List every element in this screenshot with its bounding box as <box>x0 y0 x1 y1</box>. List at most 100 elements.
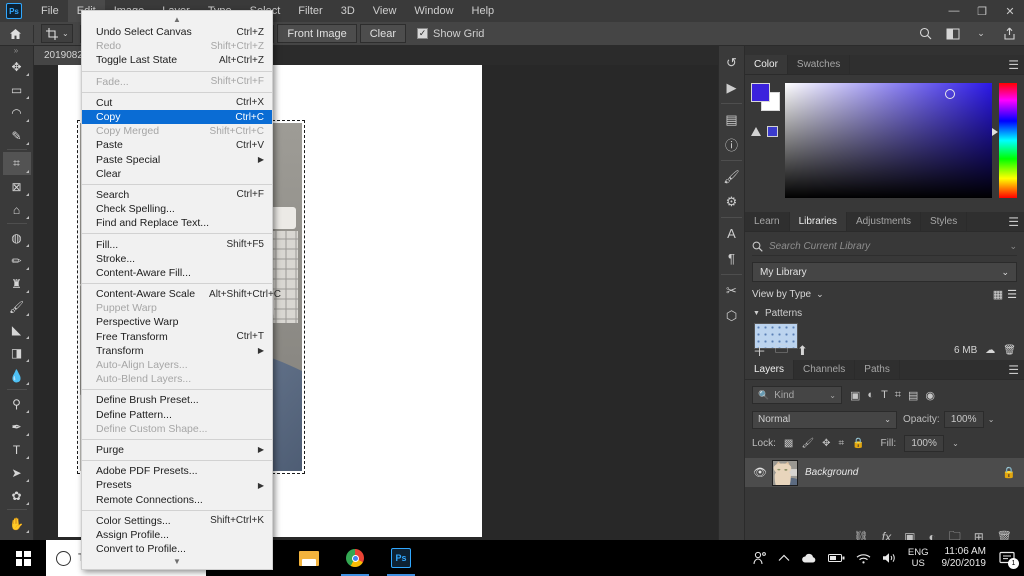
add-icon[interactable]: ＋ <box>753 341 766 360</box>
fill-value[interactable]: 100% <box>904 434 945 452</box>
active-tool-picker[interactable]: ⌄ <box>41 24 73 43</box>
lock-position-icon[interactable]: ✥ <box>822 438 830 449</box>
toolbar-collapse-handle[interactable]: » <box>0 46 33 55</box>
horizontal-type-tool[interactable]: T <box>3 438 31 461</box>
frame-tool[interactable]: ⊠ <box>3 175 31 198</box>
adjustments-icon[interactable]: ⚙ <box>719 189 744 214</box>
chevron-up-icon[interactable]: ▲ <box>82 14 272 25</box>
panel-menu-icon[interactable]: ☰ <box>1008 360 1019 380</box>
show-hidden-icons-icon[interactable] <box>778 554 790 563</box>
tab-swatches[interactable]: Swatches <box>788 55 851 74</box>
view-by-type-dropdown[interactable]: View by Type ⌄ <box>752 289 824 300</box>
tool-presets-icon[interactable]: ✂ <box>719 278 744 303</box>
action-center-icon[interactable]: 1 <box>999 551 1019 569</box>
3d-panel-icon[interactable]: ⬡ <box>719 303 744 328</box>
pixel-filter-icon[interactable]: ▣ <box>850 389 860 402</box>
library-selector[interactable]: My Library ⌄ <box>752 262 1017 282</box>
cloud-icon[interactable]: ☁ <box>985 345 995 356</box>
layer-visibility-icon[interactable]: 👁 <box>753 466 767 479</box>
properties-panel-icon[interactable]: ▤ <box>719 107 744 132</box>
photoshop-taskbar-icon[interactable]: Ps <box>378 540 424 576</box>
library-section-header[interactable]: ▼ Patterns <box>753 308 1024 319</box>
custom-shape-tool[interactable]: ✿ <box>3 484 31 507</box>
close-button[interactable]: ✕ <box>996 0 1024 22</box>
upload-icon[interactable]: ⬆ <box>797 343 808 359</box>
lock-image-icon[interactable]: 🖌 <box>801 438 814 449</box>
history-brush-tool[interactable]: 🖌 <box>3 295 31 318</box>
grid-view-icon[interactable]: ▦ <box>993 288 1003 301</box>
search-icon[interactable] <box>914 24 936 44</box>
home-icon[interactable] <box>4 24 26 44</box>
edit-menu-item-check-spelling[interactable]: Check Spelling... <box>82 202 272 216</box>
new-folder-icon[interactable]: 🗀 <box>775 340 788 362</box>
edit-menu-item-search[interactable]: Search Ctrl+F <box>82 188 272 202</box>
spot-healing-brush-tool[interactable]: ◍ <box>3 226 31 249</box>
shape-filter-icon[interactable]: ⌗ <box>895 389 901 402</box>
show-grid-checkbox[interactable]: ✓ <box>417 28 429 39</box>
edit-menu-item-toggle-last-state[interactable]: Toggle Last State Alt+Ctrl+Z <box>82 53 272 67</box>
delete-icon[interactable]: 🗑 <box>1003 345 1016 356</box>
edit-menu-item-assign-profile[interactable]: Assign Profile... <box>82 528 272 542</box>
move-tool[interactable]: ✥ <box>3 55 31 78</box>
blur-tool[interactable]: 💧 <box>3 364 31 387</box>
edit-menu-item-remote-connections[interactable]: Remote Connections... <box>82 492 272 506</box>
tab-adjustments[interactable]: Adjustments <box>847 212 921 231</box>
paragraph-panel-icon[interactable]: ¶ <box>719 246 744 271</box>
color-field[interactable] <box>785 83 992 198</box>
tab-learn[interactable]: Learn <box>745 212 790 231</box>
gradient-tool[interactable]: ◨ <box>3 341 31 364</box>
front-image-button[interactable]: Front Image <box>277 24 357 43</box>
restore-button[interactable]: ❐ <box>968 0 996 22</box>
edit-menu-item-purge[interactable]: Purge ▶ <box>82 443 272 457</box>
edit-menu-item-paste-special[interactable]: Paste Special ▶ <box>82 153 272 167</box>
eyedropper-tool[interactable]: ⌂ <box>3 198 31 221</box>
layer-row-background[interactable]: 👁 Background 🔒 <box>745 458 1024 487</box>
color-foreground-swatch[interactable] <box>751 83 770 102</box>
adjustment-filter-icon[interactable]: ◐ <box>867 389 874 401</box>
menu-item-view[interactable]: View <box>364 0 406 22</box>
dodge-tool[interactable]: ⚲ <box>3 392 31 415</box>
color-picker-marker[interactable] <box>944 89 955 99</box>
menu-item-filter[interactable]: Filter <box>289 0 331 22</box>
workspace-icon[interactable] <box>942 24 964 44</box>
chevron-down-icon[interactable]: ⌄ <box>970 24 992 44</box>
rectangular-marquee-tool[interactable]: ▭ <box>3 78 31 101</box>
language-indicator[interactable]: ENG US <box>908 547 929 569</box>
edit-menu-item-fill[interactable]: Fill... Shift+F5 <box>82 237 272 251</box>
brush-tool[interactable]: ✏ <box>3 249 31 272</box>
wifi-icon[interactable] <box>856 553 871 564</box>
edit-menu-item-transform[interactable]: Transform ▶ <box>82 344 272 358</box>
people-icon[interactable] <box>753 551 767 565</box>
filter-toggle-icon[interactable]: ◉ <box>925 389 935 402</box>
edit-menu-item-free-transform[interactable]: Free Transform Ctrl+T <box>82 330 272 344</box>
path-selection-tool[interactable]: ➤ <box>3 461 31 484</box>
chevron-down-icon[interactable]: ⌄ <box>1009 241 1017 252</box>
edit-menu-item-clear[interactable]: Clear <box>82 167 272 181</box>
color-swatches[interactable] <box>751 83 781 111</box>
tab-styles[interactable]: Styles <box>921 212 968 231</box>
clone-stamp-tool[interactable]: ♜ <box>3 272 31 295</box>
file-explorer-icon[interactable] <box>286 540 332 576</box>
opacity-value[interactable]: 100% <box>943 411 984 428</box>
character-panel-icon[interactable]: A <box>719 221 744 246</box>
hand-tool[interactable]: ✋ <box>3 512 31 535</box>
quick-selection-tool[interactable]: ✎ <box>3 124 31 147</box>
pen-tool[interactable]: ✒ <box>3 415 31 438</box>
edit-menu-item-adobe-pdf-presets[interactable]: Adobe PDF Presets... <box>82 464 272 478</box>
chevron-down-icon[interactable]: ⌄ <box>952 439 959 448</box>
actions-panel-icon[interactable]: ▶ <box>719 75 744 100</box>
edit-menu-item-define-pattern[interactable]: Define Pattern... <box>82 408 272 422</box>
edit-menu-item-color-settings[interactable]: Color Settings... Shift+Ctrl+K <box>82 514 272 528</box>
blend-mode-select[interactable]: Normal ⌄ <box>752 410 897 429</box>
gamut-warning-icon[interactable] <box>751 127 761 136</box>
minimize-button[interactable]: — <box>940 0 968 22</box>
volume-icon[interactable] <box>882 552 897 564</box>
edit-menu-item-stroke[interactable]: Stroke... <box>82 252 272 266</box>
layer-name[interactable]: Background <box>805 467 858 478</box>
edit-menu-item-content-aware-fill[interactable]: Content-Aware Fill... <box>82 266 272 280</box>
edit-menu-item-define-brush-preset[interactable]: Define Brush Preset... <box>82 393 272 407</box>
edit-menu-item-paste[interactable]: Paste Ctrl+V <box>82 138 272 152</box>
edit-menu-item-perspective-warp[interactable]: Perspective Warp <box>82 315 272 329</box>
share-icon[interactable] <box>998 24 1020 44</box>
info-panel-icon[interactable]: ⓘ <box>719 132 744 157</box>
